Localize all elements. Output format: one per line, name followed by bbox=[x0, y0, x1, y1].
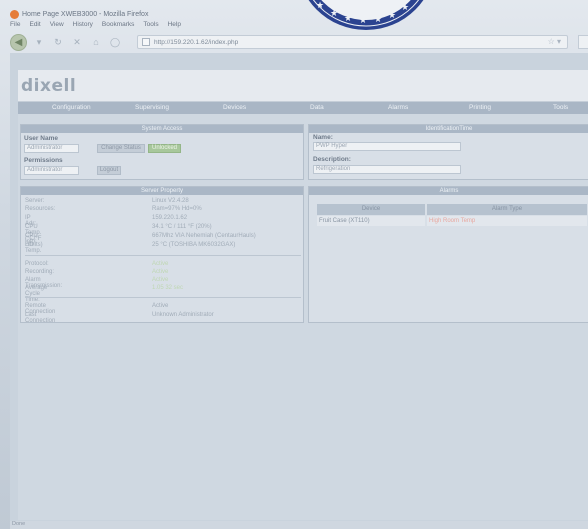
firefox-icon bbox=[10, 10, 19, 19]
reload-icon[interactable]: ↻ bbox=[51, 35, 65, 49]
divider bbox=[25, 297, 301, 298]
description-field[interactable]: Refrigeration bbox=[313, 165, 461, 174]
back-arrow-icon[interactable]: ◀ bbox=[10, 33, 27, 51]
status-text: Done bbox=[12, 521, 26, 527]
dixell-page: dixell Configuration Supervising Devices… bbox=[18, 70, 588, 520]
description-label: Description: bbox=[313, 156, 351, 163]
panel-title: Alarms bbox=[309, 187, 588, 195]
name-field[interactable]: PWP Hyper bbox=[313, 142, 461, 151]
search-box[interactable] bbox=[578, 35, 588, 49]
system-access-panel: System Access User Name Administrator Ch… bbox=[20, 124, 304, 180]
permissions-label: Permissions bbox=[24, 157, 63, 164]
identification-panel: IdentificationTime Name: PWP Hyper Descr… bbox=[308, 124, 588, 180]
alarm-device-cell[interactable]: Fruit Case (XT110) bbox=[317, 216, 425, 226]
panel-title: System Access bbox=[21, 125, 303, 133]
main-nav: Configuration Supervising Devices Data A… bbox=[18, 102, 588, 114]
menu-bar: File Edit View History Bookmarks Tools H… bbox=[10, 21, 181, 31]
panel-title: Server Property bbox=[21, 187, 303, 195]
status-badge: Unlocked bbox=[148, 144, 181, 153]
alarm-type-cell[interactable]: High Room Temp bbox=[427, 216, 587, 226]
nav-devices[interactable]: Devices bbox=[223, 104, 246, 111]
nav-printing[interactable]: Printing bbox=[469, 104, 491, 111]
nav-supervising[interactable]: Supervising bbox=[135, 104, 169, 111]
nav-configuration[interactable]: Configuration bbox=[52, 104, 91, 111]
col-device-header: Device bbox=[317, 204, 425, 215]
panel-title: IdentificationTime bbox=[309, 125, 588, 133]
name-label: Name: bbox=[313, 134, 333, 141]
nav-alarms[interactable]: Alarms bbox=[388, 104, 408, 111]
user-name-label: User Name bbox=[24, 135, 58, 142]
bookmark-page-icon[interactable]: ◯ bbox=[108, 35, 122, 49]
nav-data[interactable]: Data bbox=[310, 104, 324, 111]
col-alarm-type-header: Alarm Type bbox=[427, 204, 587, 215]
url-text: http://159.220.1.62/index.php bbox=[154, 38, 239, 46]
logout-button[interactable]: Logout bbox=[97, 166, 121, 175]
browser-window: ★★★ ★★★ ★★★ Home Page XWEB3000 - Mozilla… bbox=[0, 0, 588, 529]
server-property-panel: Server Property Server: Linux V2.4.28 Res… bbox=[20, 186, 304, 324]
menu-file[interactable]: File bbox=[10, 21, 20, 31]
menu-view[interactable]: View bbox=[50, 21, 64, 31]
divider bbox=[25, 255, 301, 256]
status-bar: Done bbox=[10, 521, 588, 529]
menu-history[interactable]: History bbox=[73, 21, 93, 31]
menu-edit[interactable]: Edit bbox=[29, 21, 40, 31]
user-name-field[interactable]: Administrator bbox=[24, 144, 79, 153]
page-content: dixell Configuration Supervising Devices… bbox=[10, 53, 588, 521]
dixell-logo: dixell bbox=[21, 76, 77, 96]
menu-help[interactable]: Help bbox=[168, 21, 181, 31]
navigation-bar: ◀ ▾ ↻ ✕ ⌂ ◯ http://159.220.1.62/index.ph… bbox=[10, 32, 588, 52]
dropdown-arrow-icon[interactable]: ▾ bbox=[32, 35, 46, 49]
star-icon[interactable]: ☆ ▾ bbox=[548, 37, 561, 46]
nav-tools[interactable]: Tools bbox=[553, 104, 568, 111]
home-icon[interactable]: ⌂ bbox=[89, 35, 103, 49]
title-bar: Home Page XWEB3000 - Mozilla Firefox bbox=[8, 8, 588, 21]
permissions-field: Administrator bbox=[24, 166, 79, 175]
svg-text:★: ★ bbox=[412, 0, 420, 1]
menu-bookmarks[interactable]: Bookmarks bbox=[102, 21, 135, 31]
alarms-panel: Alarms Device Alarm Type Fruit Case (XT1… bbox=[308, 186, 588, 323]
page-icon bbox=[142, 38, 150, 46]
stop-icon[interactable]: ✕ bbox=[70, 35, 84, 49]
window-title: Home Page XWEB3000 - Mozilla Firefox bbox=[22, 11, 149, 18]
menu-tools[interactable]: Tools bbox=[143, 21, 158, 31]
change-status-button[interactable]: Change Status bbox=[97, 144, 145, 153]
page-header: dixell bbox=[18, 70, 588, 102]
url-bar[interactable]: http://159.220.1.62/index.php ☆ ▾ bbox=[137, 35, 568, 49]
